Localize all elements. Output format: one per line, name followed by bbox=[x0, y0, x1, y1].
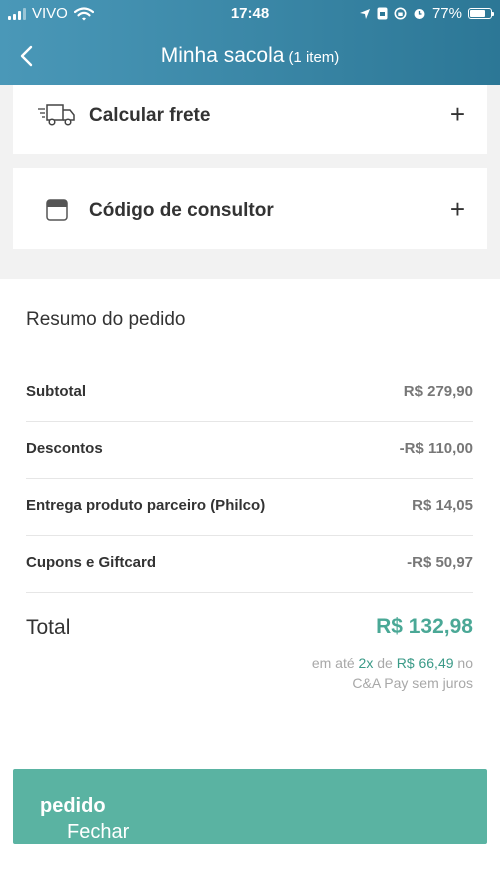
status-right: 77% bbox=[359, 5, 494, 22]
row-label: Entrega produto parceiro (Philco) bbox=[26, 497, 266, 514]
summary-row-discounts: Descontos -R$ 110,00 bbox=[26, 421, 473, 479]
summary-row-subtotal: Subtotal R$ 279,90 bbox=[26, 364, 473, 422]
installment-prefix: em até bbox=[311, 655, 355, 671]
summary-row-partner-delivery: Entrega produto parceiro (Philco) R$ 14,… bbox=[26, 478, 473, 536]
cta-prefix: Fechar bbox=[67, 821, 130, 843]
close-order-label: Fechar pedido bbox=[40, 795, 129, 843]
row-label: Descontos bbox=[26, 440, 103, 457]
store-icon bbox=[46, 199, 68, 221]
total-label: Total bbox=[26, 616, 71, 639]
row-value: R$ 279,90 bbox=[403, 383, 473, 400]
row-value: -R$ 50,97 bbox=[407, 554, 473, 571]
installment-suffix: no bbox=[457, 655, 473, 671]
status-bar: VIVO 17:48 77% bbox=[0, 0, 500, 28]
summary-title: Resumo do pedido bbox=[26, 309, 186, 330]
order-summary: Resumo do pedido Subtotal R$ 279,90 Desc… bbox=[0, 279, 500, 889]
consultant-card[interactable]: Código de consultor + bbox=[13, 168, 487, 249]
nav-bar: Minha sacola (1 item) bbox=[0, 30, 500, 85]
page-title: Minha sacola (1 item) bbox=[0, 44, 500, 68]
installment-times: 2x bbox=[358, 655, 374, 671]
installment-info: em até 2x de R$ 66,49 no C&A Pay sem jur… bbox=[213, 653, 473, 693]
page-title-text: Minha sacola bbox=[160, 44, 285, 67]
row-value: -R$ 110,00 bbox=[399, 440, 473, 457]
row-label: Subtotal bbox=[26, 383, 86, 400]
battery-percent: 77% bbox=[431, 5, 462, 22]
installment-line2: C&A Pay sem juros bbox=[352, 675, 473, 691]
consultant-label: Código de consultor bbox=[89, 200, 274, 221]
summary-row-coupons: Cupons e Giftcard -R$ 50,97 bbox=[26, 535, 473, 593]
cta-bold: pedido bbox=[40, 795, 106, 817]
plus-icon[interactable]: + bbox=[450, 196, 465, 222]
location-icon bbox=[359, 8, 370, 19]
row-label: Cupons e Giftcard bbox=[26, 554, 157, 571]
installment-middle: de bbox=[377, 655, 393, 671]
shipping-label: Calcular frete bbox=[89, 105, 211, 126]
plus-icon[interactable]: + bbox=[450, 101, 465, 127]
row-value: R$ 14,05 bbox=[412, 497, 473, 514]
portrait-lock-icon bbox=[377, 7, 388, 20]
total-value: R$ 132,98 bbox=[376, 615, 473, 638]
installment-amount: R$ 66,49 bbox=[396, 655, 454, 671]
item-count: (1 item) bbox=[288, 49, 340, 66]
shipping-card[interactable]: Calcular frete + bbox=[13, 85, 487, 154]
close-order-button[interactable]: Fechar pedido bbox=[13, 769, 487, 844]
rotation-lock-icon bbox=[394, 7, 407, 20]
battery-icon bbox=[468, 8, 494, 19]
alarm-icon bbox=[414, 9, 425, 19]
delivery-truck-icon bbox=[38, 104, 75, 126]
app-header: VIVO 17:48 77% Minha sacola (1 item) bbox=[0, 0, 500, 85]
